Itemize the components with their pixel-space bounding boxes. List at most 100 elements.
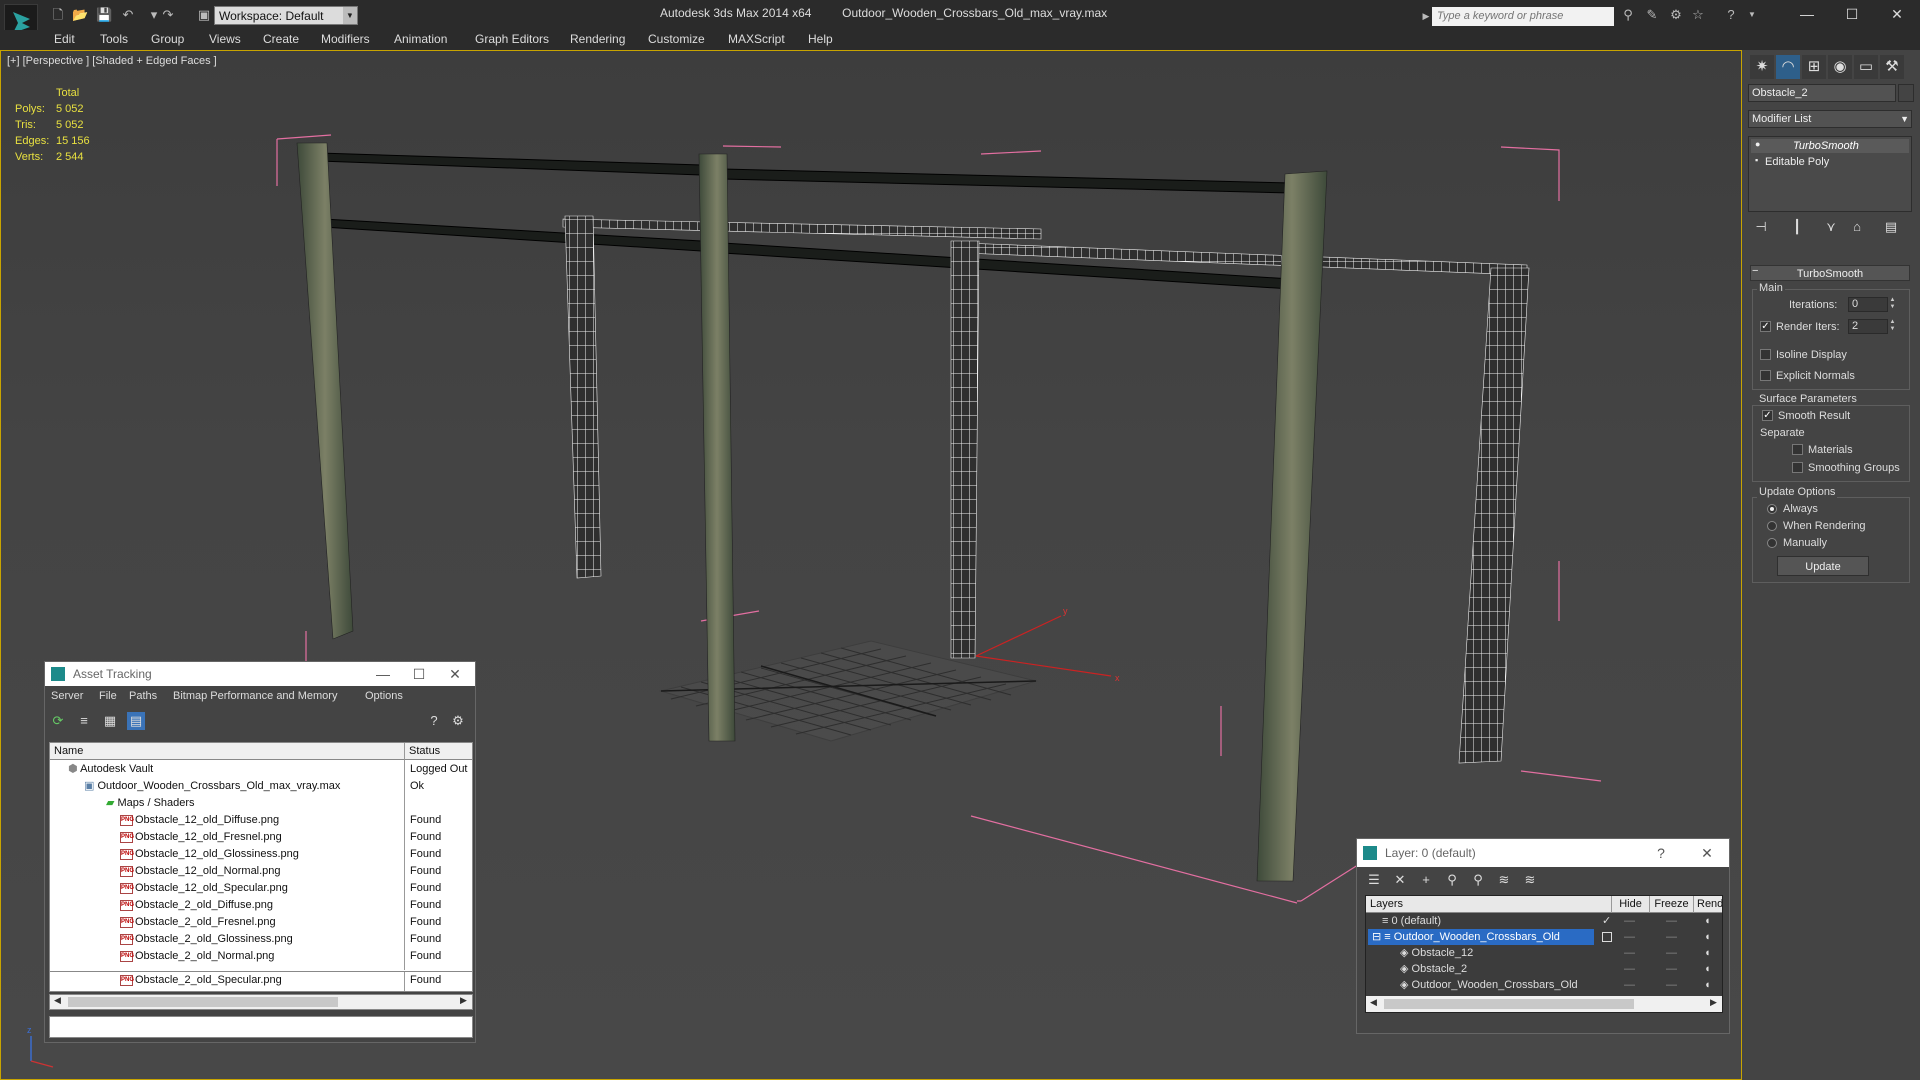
materials-checkbox[interactable] [1792, 444, 1803, 455]
remove-modifier-icon[interactable]: ⌂ [1848, 218, 1866, 236]
hide-toggle[interactable]: — [1624, 977, 1635, 993]
settings-icon[interactable]: ⚙ [449, 712, 467, 730]
rollout-collapse-icon[interactable]: − [1752, 265, 1758, 277]
object-name-field[interactable]: Obstacle_2 [1748, 84, 1896, 102]
refresh-icon[interactable]: ⟳ [49, 712, 67, 730]
configure-sets-icon[interactable]: ▤ [1882, 218, 1900, 236]
column-status-header[interactable]: Status [404, 743, 472, 760]
asset-menu-bitmap[interactable]: Bitmap Performance and Memory [173, 690, 337, 702]
layer-row-obstacle-2[interactable]: ◈ Obstacle_2 [1400, 961, 1610, 977]
tree-row-vault[interactable]: ⬢ Autodesk Vault [68, 761, 402, 778]
column-hide-header[interactable]: Hide [1611, 896, 1649, 913]
column-render-header[interactable]: Rend [1693, 896, 1722, 913]
asset-menu-server[interactable]: Server [51, 690, 83, 702]
tree-row-file[interactable]: PNGObstacle_12_old_Glossiness.png [120, 846, 299, 863]
menu-tools[interactable]: Tools [100, 32, 128, 46]
help-dropdown-icon[interactable]: ▼ [1744, 7, 1760, 23]
layer-row-default[interactable]: ≡ 0 (default) [1382, 913, 1610, 929]
render-teapot-icon[interactable]: ◖ [1704, 913, 1711, 929]
spinner-arrows-icon[interactable]: ▲ ▼ [1888, 297, 1897, 312]
scroll-left-icon[interactable]: ◀ [54, 995, 61, 1006]
menu-animation[interactable]: Animation [394, 32, 447, 46]
tree-row-max-file[interactable]: ▣ Outdoor_Wooden_Crossbars_Old_max_vray.… [84, 778, 402, 795]
lightbulb-icon[interactable]: ● [1755, 139, 1760, 149]
stack-item-turbosmooth[interactable]: ● TurboSmooth [1751, 139, 1909, 153]
undo-icon[interactable]: ↶ [120, 7, 136, 23]
isoline-checkbox[interactable] [1760, 349, 1771, 360]
minimize-icon[interactable]: — [365, 662, 401, 686]
menu-rendering[interactable]: Rendering [570, 32, 625, 46]
layer-dialog-titlebar[interactable]: Layer: 0 (default) ? ✕ [1357, 839, 1729, 867]
workspace-dropdown[interactable]: Workspace: Default ▼ [214, 6, 358, 25]
hide-toggle[interactable]: — [1624, 961, 1635, 977]
rollout-turbosmooth-title[interactable]: TurboSmooth [1750, 265, 1910, 281]
motion-tab-icon[interactable]: ◉ [1828, 55, 1852, 79]
maximize-icon[interactable]: ☐ [401, 662, 437, 686]
tree-row-maps[interactable]: ▰ Maps / Shaders [106, 795, 402, 812]
modifier-list-dropdown[interactable]: Modifier List ▼ [1748, 110, 1912, 128]
pin-stack-icon[interactable]: ⊣ [1752, 218, 1770, 236]
menu-group[interactable]: Group [151, 32, 184, 46]
modify-tab-icon[interactable]: ◠ [1776, 55, 1800, 79]
column-layers-header[interactable]: Layers [1366, 896, 1611, 913]
favorites-star-icon[interactable]: ☆ [1690, 7, 1706, 23]
horizontal-scrollbar[interactable]: ◀ ▶ [1366, 996, 1722, 1012]
scroll-left-icon[interactable]: ◀ [1370, 997, 1377, 1008]
freeze-all-icon[interactable]: ≋ [1521, 871, 1539, 889]
list-view-icon[interactable]: ≡ [75, 712, 93, 730]
help-icon[interactable]: ? [1643, 841, 1679, 865]
freeze-toggle[interactable]: — [1666, 945, 1677, 961]
display-tab-icon[interactable]: ▭ [1854, 55, 1878, 79]
create-tab-icon[interactable]: ✷ [1750, 55, 1774, 79]
binoculars-icon[interactable]: ⚲ [1620, 7, 1636, 23]
collapse-icon[interactable]: ⊟ [1372, 931, 1384, 943]
menu-customize[interactable]: Customize [648, 32, 705, 46]
tree-row-file[interactable]: PNGObstacle_2_old_Glossiness.png [120, 931, 293, 948]
tree-row-file[interactable]: PNGObstacle_2_old_Fresnel.png [120, 914, 276, 931]
iterations-spinner[interactable]: 0 [1848, 297, 1888, 312]
help-icon[interactable]: ? [1723, 7, 1739, 23]
delete-layer-icon[interactable]: ✕ [1391, 871, 1409, 889]
menu-maxscript[interactable]: MAXScript [728, 32, 785, 46]
scroll-right-icon[interactable]: ▶ [460, 995, 467, 1006]
layer-row-obstacle-12[interactable]: ◈ Obstacle_12 [1400, 945, 1610, 961]
set-current-layer-box[interactable] [1602, 932, 1612, 942]
freeze-toggle[interactable]: — [1666, 977, 1677, 993]
asset-menu-paths[interactable]: Paths [129, 690, 157, 702]
menu-create[interactable]: Create [263, 32, 299, 46]
qa-customize-icon[interactable]: ▼ [346, 7, 362, 23]
horizontal-scrollbar[interactable]: ◀ ▶ [49, 994, 473, 1010]
freeze-toggle[interactable]: — [1666, 929, 1677, 945]
layer-row-crossbars-object[interactable]: ◈ Outdoor_Wooden_Crossbars_Old [1400, 977, 1610, 993]
make-unique-icon[interactable]: ⋎ [1822, 218, 1840, 236]
close-icon[interactable]: ✕ [1875, 2, 1919, 26]
smooth-result-checkbox[interactable]: ✓ [1762, 410, 1773, 421]
scrollbar-thumb[interactable] [1384, 999, 1634, 1009]
freeze-toggle[interactable]: — [1666, 913, 1677, 929]
render-teapot-icon[interactable]: ◖ [1704, 961, 1711, 977]
update-button[interactable]: Update [1777, 556, 1869, 576]
update-always-radio[interactable] [1767, 504, 1777, 514]
asset-tracking-titlebar[interactable]: Asset Tracking — ☐ ✕ [45, 662, 475, 686]
thumbnail-view-icon[interactable]: ▦ [101, 712, 119, 730]
close-icon[interactable]: ✕ [1689, 841, 1725, 865]
asset-menu-options[interactable]: Options [365, 690, 403, 702]
active-layer-check-icon[interactable]: ✓ [1602, 913, 1611, 929]
menu-views[interactable]: Views [209, 32, 241, 46]
search-input[interactable] [1432, 7, 1614, 26]
asset-path-field[interactable] [49, 1016, 473, 1038]
subscription-icon[interactable]: ✎ [1644, 7, 1660, 23]
hold-icon[interactable]: ▣ [196, 7, 212, 23]
maximize-icon[interactable]: ☐ [1830, 2, 1874, 26]
communication-icon[interactable]: ⚙ [1668, 7, 1684, 23]
render-iters-checkbox[interactable]: ✓ [1760, 321, 1771, 332]
update-when-rendering-radio[interactable] [1767, 521, 1777, 531]
menu-edit[interactable]: Edit [54, 32, 75, 46]
object-color-swatch[interactable] [1898, 84, 1914, 102]
tree-row-file[interactable]: PNGObstacle_2_old_Specular.png [120, 972, 282, 989]
render-iters-spinner[interactable]: 2 [1848, 319, 1888, 334]
update-manually-radio[interactable] [1767, 538, 1777, 548]
column-name-header[interactable]: Name [50, 743, 404, 760]
tree-row-file[interactable]: PNGObstacle_12_old_Fresnel.png [120, 829, 282, 846]
tree-row-file[interactable]: PNGObstacle_2_old_Normal.png [120, 948, 274, 965]
